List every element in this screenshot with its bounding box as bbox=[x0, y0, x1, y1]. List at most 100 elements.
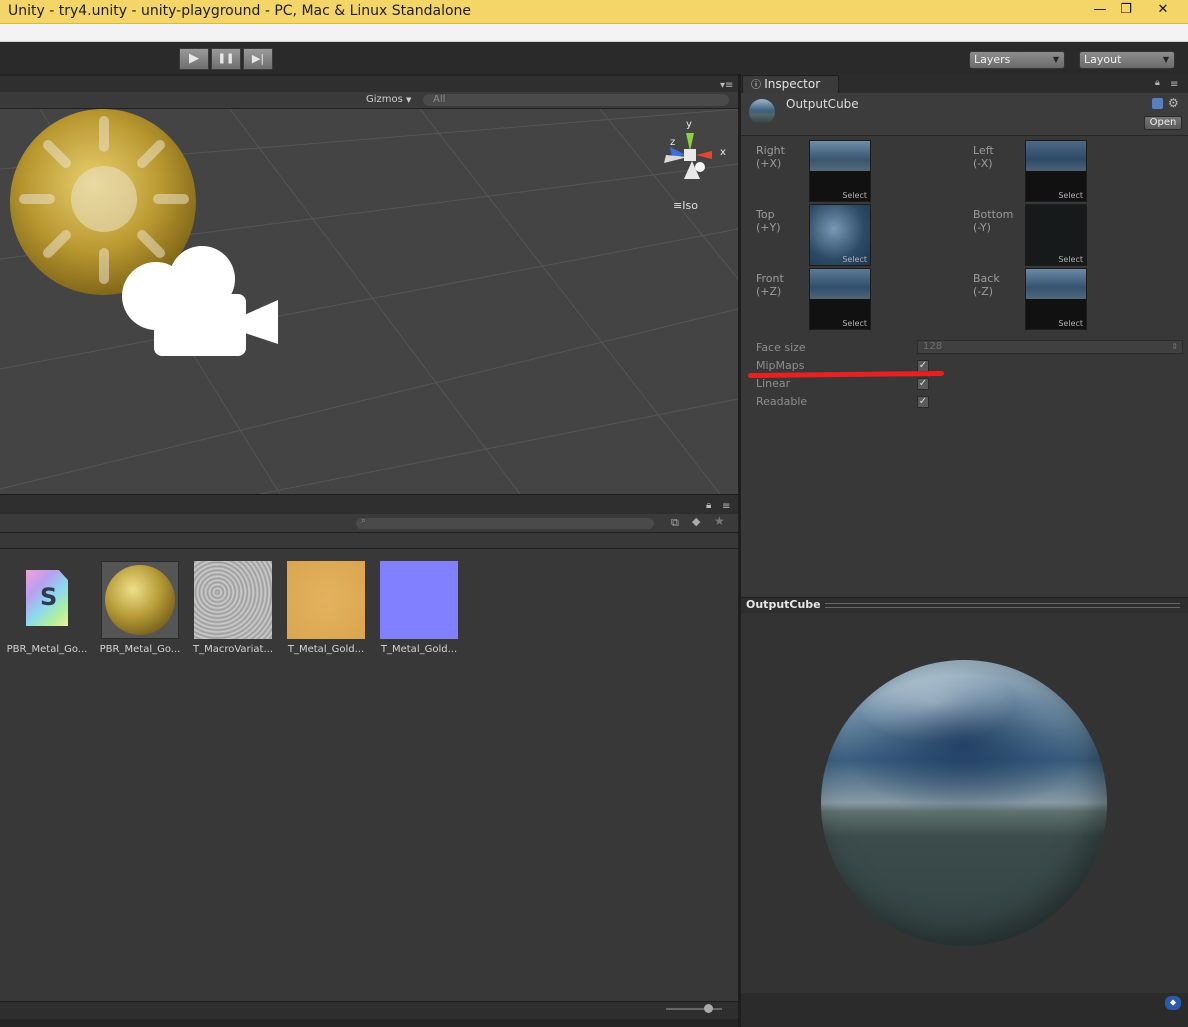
slider-handle[interactable] bbox=[704, 1004, 713, 1013]
face-label: Back (-Z) bbox=[973, 272, 1000, 298]
face-name: Bottom bbox=[973, 208, 1014, 221]
face-name: Top bbox=[756, 208, 775, 221]
chevron-down-icon: ▼ bbox=[406, 96, 412, 104]
face-top-slot[interactable]: Select bbox=[809, 204, 871, 266]
layers-label: Layers bbox=[974, 53, 1011, 66]
face-label: Right (+X) bbox=[756, 144, 785, 170]
object-name: OutputCube bbox=[786, 97, 859, 111]
panel-menu-icon[interactable]: ≡ bbox=[1170, 79, 1178, 90]
menu-bar bbox=[0, 24, 1188, 42]
pause-button[interactable]: ❚❚ bbox=[211, 48, 241, 70]
asset-label: PBR_Metal_Go... bbox=[6, 644, 88, 655]
face-label: Front (+Z) bbox=[756, 272, 784, 298]
asset-label-tag-icon[interactable]: ⬥ bbox=[1165, 996, 1181, 1010]
open-button[interactable]: Open bbox=[1144, 116, 1182, 130]
face-left-slot[interactable]: Select bbox=[1025, 140, 1087, 202]
face-size-value: 128 bbox=[923, 341, 943, 352]
face-axis: (-Y) bbox=[973, 221, 991, 234]
face-right-slot[interactable]: Select bbox=[809, 140, 871, 202]
face-sky-thumbnail bbox=[810, 269, 870, 299]
face-size-dropdown[interactable]: 128 ⇕ bbox=[917, 340, 1183, 354]
restore-button[interactable]: ❐ bbox=[1110, 0, 1142, 22]
step-button[interactable]: ▶| bbox=[243, 48, 273, 70]
panel-menu-icon[interactable]: ≡ bbox=[722, 501, 730, 512]
help-book-icon[interactable] bbox=[1152, 98, 1163, 109]
texture-asset[interactable] bbox=[194, 561, 272, 639]
filter-by-type-icon[interactable]: ⧉ bbox=[671, 516, 679, 530]
axis-y-label: y bbox=[686, 119, 692, 130]
readable-label: Readable bbox=[756, 395, 808, 408]
filter-by-label-icon[interactable]: ◆ bbox=[692, 515, 700, 528]
play-button[interactable]: ▶ bbox=[179, 48, 209, 70]
project-breadcrumb-bar bbox=[0, 533, 738, 549]
lock-icon[interactable]: 🔒︎ bbox=[1155, 78, 1160, 88]
face-sky-thumbnail bbox=[810, 141, 870, 171]
linear-label: Linear bbox=[756, 377, 791, 390]
panel-menu-icon[interactable]: ▾≡ bbox=[720, 80, 733, 91]
shader-glyph: S bbox=[40, 583, 58, 611]
material-sphere-thumbnail bbox=[105, 565, 175, 635]
select-label[interactable]: Select bbox=[1058, 255, 1083, 264]
iso-label: Iso bbox=[682, 199, 698, 212]
scene-tab-bar bbox=[0, 76, 738, 92]
tab-inspector[interactable]: ⓘ Inspector bbox=[742, 75, 839, 93]
project-status-bar bbox=[0, 1001, 738, 1019]
face-label: Left (-X) bbox=[973, 144, 994, 170]
select-label[interactable]: Select bbox=[842, 191, 867, 200]
chevron-down-icon: ▼ bbox=[1162, 55, 1169, 64]
select-label[interactable]: Select bbox=[1058, 319, 1083, 328]
scene-viewport[interactable]: y x z bbox=[0, 109, 738, 494]
face-bottom-slot[interactable]: Select bbox=[1025, 204, 1087, 266]
face-axis: (+Z) bbox=[756, 285, 782, 298]
thumbnail-size-slider[interactable] bbox=[666, 1008, 722, 1010]
info-icon: ⓘ bbox=[751, 80, 765, 91]
menu-lines-icon: ≡ bbox=[673, 199, 683, 212]
asset-label: PBR_Metal_Go... bbox=[99, 644, 181, 655]
material-asset[interactable] bbox=[101, 561, 179, 639]
mipmaps-label: MipMaps bbox=[756, 359, 805, 372]
face-sky-thumbnail bbox=[1026, 269, 1086, 299]
layout-label: Layout bbox=[1084, 53, 1122, 66]
lock-icon[interactable]: 🔒︎ bbox=[706, 500, 711, 511]
cubemap-preview-sphere[interactable] bbox=[821, 660, 1107, 946]
gear-icon[interactable]: ⚙ bbox=[1168, 96, 1179, 110]
asset-label: T_MacroVariat... bbox=[192, 644, 274, 655]
favorite-star-icon[interactable]: ★ bbox=[714, 514, 725, 528]
linear-checkbox[interactable]: ✓ bbox=[917, 378, 929, 390]
close-button[interactable]: ✕ bbox=[1147, 0, 1179, 22]
projection-toggle[interactable]: ≡Iso bbox=[673, 199, 698, 212]
face-name: Back bbox=[973, 272, 1000, 285]
gizmos-dropdown[interactable]: Gizmos ▼ bbox=[362, 93, 416, 107]
camera-icon[interactable] bbox=[120, 244, 280, 359]
asset-label: T_Metal_Gold... bbox=[287, 644, 365, 655]
face-front-slot[interactable]: Select bbox=[809, 268, 871, 330]
texture-asset[interactable] bbox=[380, 561, 458, 639]
face-size-label: Face size bbox=[756, 341, 806, 354]
face-name: Left bbox=[973, 144, 994, 157]
texture-asset[interactable] bbox=[287, 561, 365, 639]
face-name: Front bbox=[756, 272, 784, 285]
readable-checkbox[interactable]: ✓ bbox=[917, 396, 929, 408]
face-axis: (+X) bbox=[756, 157, 782, 170]
scene-search-input[interactable]: All bbox=[423, 94, 729, 106]
chevron-updown-icon: ⇕ bbox=[1171, 342, 1178, 351]
face-axis: (-X) bbox=[973, 157, 993, 170]
asset-label: T_Metal_Gold... bbox=[380, 644, 458, 655]
orientation-gizmo[interactable]: y x z bbox=[660, 117, 732, 197]
layout-dropdown[interactable]: Layout ▼ bbox=[1079, 51, 1175, 69]
select-label[interactable]: Select bbox=[1058, 191, 1083, 200]
axis-z-label: z bbox=[670, 137, 675, 148]
preview-resize-handle[interactable] bbox=[825, 603, 1180, 608]
layers-dropdown[interactable]: Layers ▼ bbox=[969, 51, 1065, 69]
select-label[interactable]: Select bbox=[842, 319, 867, 328]
preview-footer bbox=[741, 993, 1188, 1027]
chevron-down-icon: ▼ bbox=[1052, 55, 1059, 64]
face-axis: (-Z) bbox=[973, 285, 994, 298]
select-label[interactable]: Select bbox=[842, 255, 867, 264]
face-sky-thumbnail bbox=[1026, 141, 1086, 171]
shader-asset[interactable]: S bbox=[8, 561, 86, 639]
axis-x-label: x bbox=[720, 147, 726, 158]
face-back-slot[interactable]: Select bbox=[1025, 268, 1087, 330]
project-search-input[interactable]: ⌕ bbox=[356, 516, 654, 529]
search-icon: ⌕ bbox=[361, 516, 367, 526]
